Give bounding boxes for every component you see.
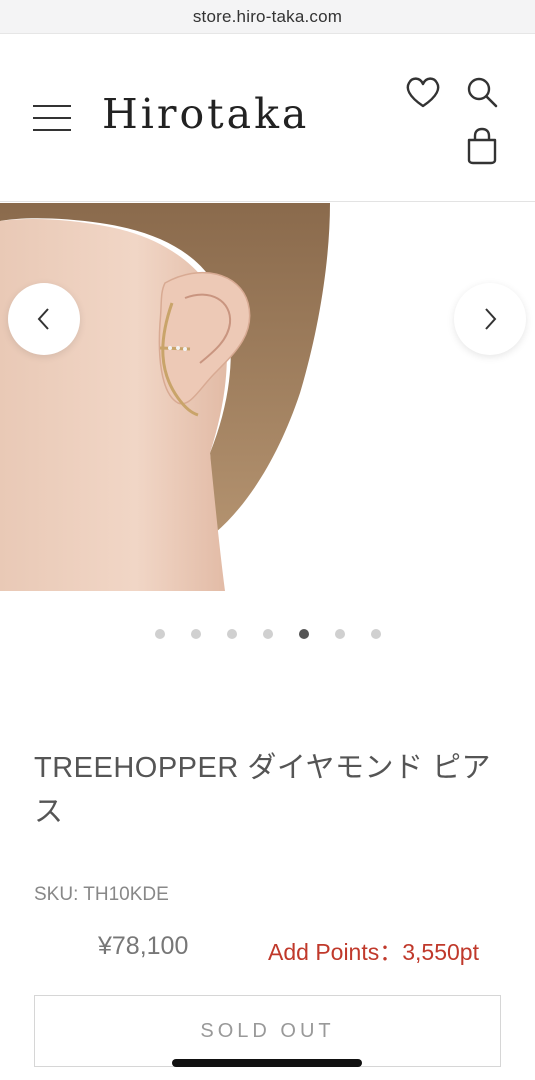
product-sku: SKU: TH10KDE [34,884,169,905]
carousel-dot[interactable] [226,629,237,639]
site-header: Hirotaka [0,34,535,202]
home-indicator [172,1059,362,1067]
product-price: ¥78,100 [98,932,189,960]
reward-points: Add Points：3,550pt [268,939,479,965]
search-icon[interactable] [464,74,500,110]
heart-icon[interactable] [404,74,442,110]
chevron-right-icon [485,308,497,330]
product-photo [0,203,535,591]
carousel-dot[interactable] [334,629,345,639]
chevron-left-icon [37,308,49,330]
menu-icon[interactable] [33,105,71,131]
bag-icon[interactable] [464,126,500,166]
carousel-pagination [0,629,535,643]
carousel-dot[interactable] [190,629,201,639]
product-image-carousel[interactable] [0,203,535,591]
carousel-dot-active[interactable] [298,629,309,639]
site-logo[interactable]: Hirotaka [102,90,309,138]
carousel-prev-button[interactable] [8,283,80,355]
url-text: store.hiro-taka.com [192,6,343,26]
browser-url-bar[interactable]: store.hiro-taka.com [0,0,535,34]
carousel-dot[interactable] [154,629,165,639]
sold-out-button[interactable]: SOLD OUT [34,995,501,1067]
carousel-dot[interactable] [370,629,381,639]
product-title: TREEHOPPER ダイヤモンド ピアス [34,752,492,828]
carousel-next-button[interactable] [454,283,526,355]
carousel-dot[interactable] [262,629,273,639]
